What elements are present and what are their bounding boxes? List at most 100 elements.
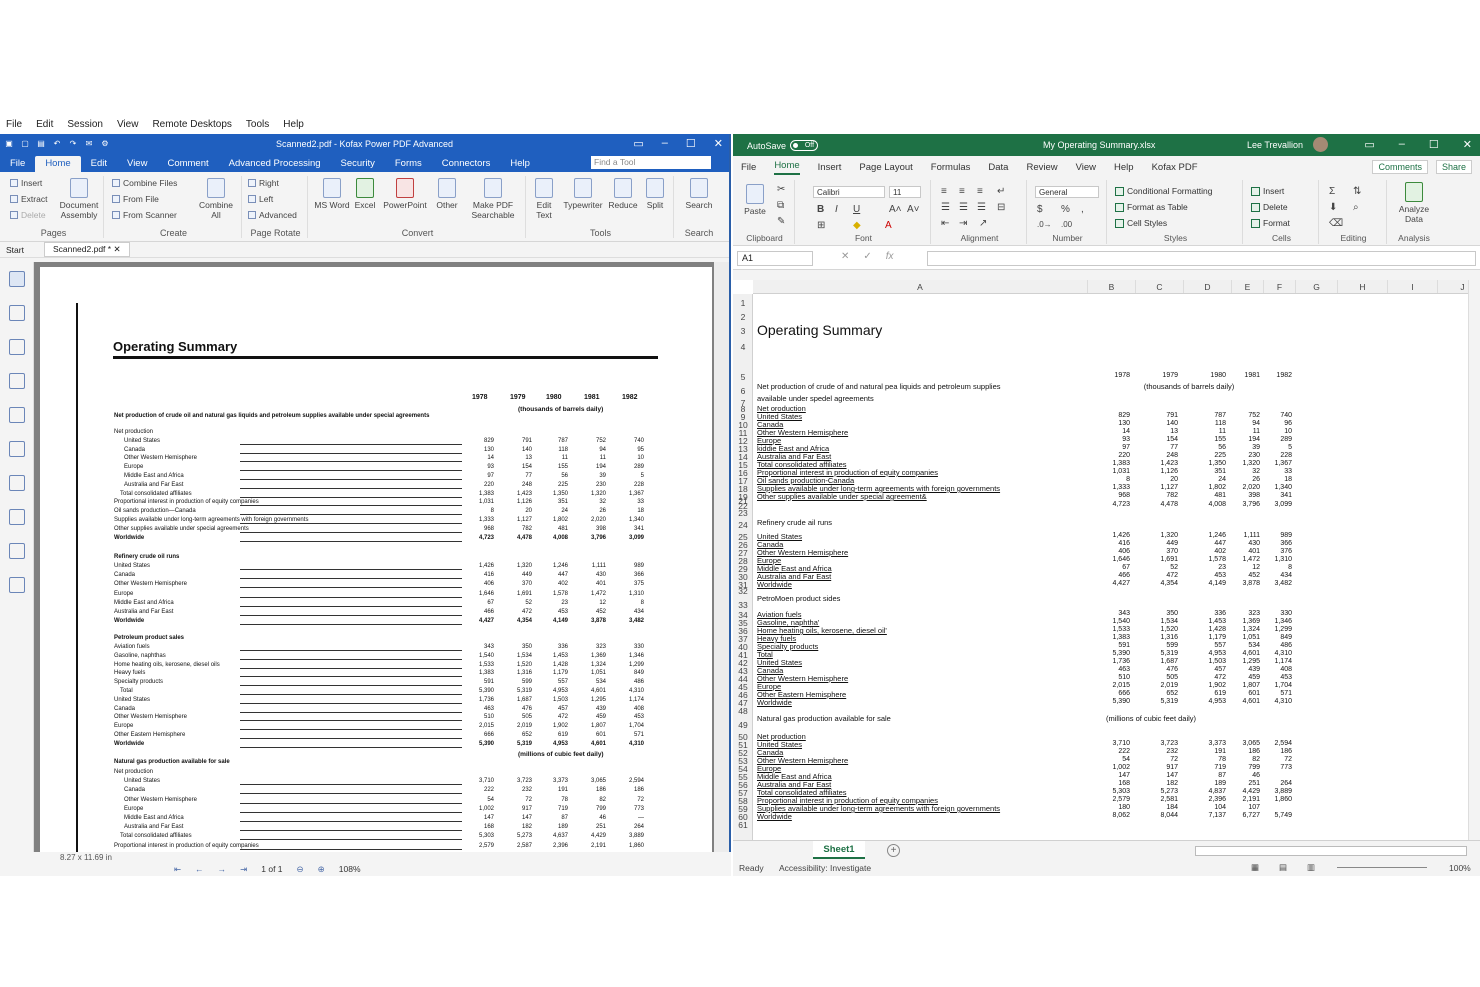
cell-value[interactable]: 1,534	[1146, 618, 1178, 626]
cell-value[interactable]: 1,860	[1260, 796, 1292, 804]
cell-value[interactable]: 232	[1146, 748, 1178, 756]
cell-value[interactable]: 4,429	[1228, 788, 1260, 796]
cell-value[interactable]: 1,383	[1098, 634, 1130, 642]
cell-value[interactable]: 26	[1228, 476, 1260, 484]
cell-value[interactable]: 180	[1098, 804, 1130, 812]
column-header[interactable]: B	[1088, 280, 1136, 293]
page-break-view-icon[interactable]: ▥	[1307, 862, 1315, 873]
stamp-icon[interactable]	[8, 475, 25, 491]
cut-icon[interactable]: ✂	[777, 184, 785, 195]
align-bottom-icon[interactable]: ≡	[977, 186, 983, 197]
cell-value[interactable]: 406	[1098, 548, 1130, 556]
comments-button[interactable]: Comments	[1372, 160, 1428, 174]
ribbon-display-icon[interactable]: ▭	[1364, 138, 1374, 151]
reduce-button[interactable]: Reduce	[606, 178, 640, 210]
column-header[interactable]: H	[1338, 280, 1388, 293]
cell-value[interactable]: 230	[1228, 452, 1260, 460]
cell-value[interactable]: 11	[1228, 428, 1260, 436]
cell-value[interactable]: 107	[1228, 804, 1260, 812]
cell-value[interactable]: 33	[1260, 468, 1292, 476]
tab-view[interactable]: View	[117, 156, 157, 172]
rd-menu-tools[interactable]: Tools	[246, 119, 269, 130]
cell-value[interactable]: 968	[1098, 492, 1130, 500]
cell-value[interactable]: 82	[1228, 756, 1260, 764]
cell-value[interactable]: 3,710	[1098, 740, 1130, 748]
last-page-icon[interactable]: ⇥	[240, 864, 247, 875]
format-cells-button[interactable]: Format	[1251, 218, 1290, 228]
cell-value[interactable]: 366	[1260, 540, 1292, 548]
shrink-font-icon[interactable]: A˅	[907, 204, 920, 215]
underline-icon[interactable]: U	[853, 204, 860, 215]
font-color-icon[interactable]: A	[885, 220, 892, 231]
cell-value[interactable]: 341	[1260, 492, 1292, 500]
formula-input[interactable]	[927, 251, 1476, 266]
cell-value[interactable]: 376	[1260, 548, 1292, 556]
cell-value[interactable]: 5,273	[1146, 788, 1178, 796]
cell-value[interactable]: 3,796	[1228, 501, 1260, 509]
cell-value[interactable]: 1979	[1146, 372, 1178, 380]
cell-value[interactable]: 182	[1146, 780, 1178, 788]
cell-value[interactable]: 1,002	[1098, 764, 1130, 772]
cell-value[interactable]: 4,008	[1194, 501, 1226, 509]
tab-insert[interactable]: Insert	[818, 162, 842, 173]
cell-value[interactable]: 510	[1098, 674, 1130, 682]
cell-value[interactable]: 1,687	[1146, 658, 1178, 666]
find-select-icon[interactable]: ⌕	[1353, 202, 1359, 213]
cell-value[interactable]: 1,472	[1228, 556, 1260, 564]
cell-value[interactable]: 5,390	[1098, 650, 1130, 658]
tab-help[interactable]: Help	[500, 156, 540, 172]
cell-value[interactable]: 118	[1194, 420, 1226, 428]
align-middle-icon[interactable]: ≡	[959, 186, 965, 197]
cell-value[interactable]: 147	[1146, 772, 1178, 780]
cell-value[interactable]: 599	[1146, 642, 1178, 650]
number-format-select[interactable]: General	[1035, 186, 1099, 198]
tab-forms[interactable]: Forms	[385, 156, 432, 172]
combine-all-button[interactable]: Combine All	[194, 178, 238, 220]
tab-home[interactable]: Home	[35, 156, 81, 172]
comma-style-icon[interactable]: ,	[1081, 204, 1084, 215]
cell-value[interactable]: 343	[1098, 610, 1130, 618]
compare-icon[interactable]	[8, 577, 25, 593]
normal-view-icon[interactable]: ▦	[1251, 862, 1259, 873]
links-icon[interactable]	[8, 441, 25, 457]
italic-icon[interactable]: I	[835, 204, 838, 215]
fill-color-icon[interactable]: ◆	[853, 220, 861, 231]
cell-value[interactable]: 184	[1146, 804, 1178, 812]
row-header[interactable]: 2	[733, 312, 753, 322]
rd-menu-view[interactable]: View	[117, 119, 139, 130]
merge-center-icon[interactable]: ⊟	[997, 202, 1005, 213]
row-header[interactable]: 61	[733, 820, 753, 830]
cell-value[interactable]: 4,953	[1194, 650, 1226, 658]
name-box[interactable]: A1	[737, 251, 813, 266]
attachments-icon[interactable]	[8, 373, 25, 389]
cell-value[interactable]: 1,320	[1228, 460, 1260, 468]
cell-value[interactable]: 2,020	[1228, 484, 1260, 492]
rotate-left-button[interactable]: Left	[248, 194, 273, 204]
cell-value[interactable]: 591	[1098, 642, 1130, 650]
make-pdf-searchable-button[interactable]: Make PDF Searchable	[464, 178, 522, 220]
cell-value[interactable]: 829	[1098, 412, 1130, 420]
cell-value[interactable]: 402	[1194, 548, 1226, 556]
row-header[interactable]: 33	[733, 600, 753, 610]
cell-value[interactable]: 8	[1098, 476, 1130, 484]
cell-value[interactable]: 11	[1194, 428, 1226, 436]
first-page-icon[interactable]: ⇤	[174, 864, 181, 875]
cell-label[interactable]: Natural gas production available for sal…	[757, 714, 891, 723]
cell-value[interactable]: 447	[1194, 540, 1226, 548]
cell-value[interactable]: 1,111	[1228, 532, 1260, 540]
row-header[interactable]: 3	[733, 326, 753, 336]
cell-value[interactable]: 1,316	[1146, 634, 1178, 642]
cell-label[interactable]: available under spedel agreements	[757, 394, 874, 403]
cell-value[interactable]: 3,482	[1260, 580, 1292, 588]
maximize-icon[interactable]: ☐	[686, 137, 696, 150]
tab-edit[interactable]: Edit	[81, 156, 117, 172]
cell-value[interactable]: 752	[1228, 412, 1260, 420]
cell-value[interactable]: 453	[1260, 674, 1292, 682]
format-as-table-button[interactable]: Format as Table	[1115, 202, 1188, 212]
pdf-document-canvas[interactable]: Operating Summary (thousands of barrels …	[34, 262, 714, 852]
cell-value[interactable]: 12	[1228, 564, 1260, 572]
cell-value[interactable]: 1982	[1260, 372, 1292, 380]
cell-value[interactable]: 457	[1194, 666, 1226, 674]
cell-label[interactable]: Supplies available under long-term agree…	[757, 804, 1000, 813]
cell-label[interactable]: Worldwide	[757, 698, 792, 707]
